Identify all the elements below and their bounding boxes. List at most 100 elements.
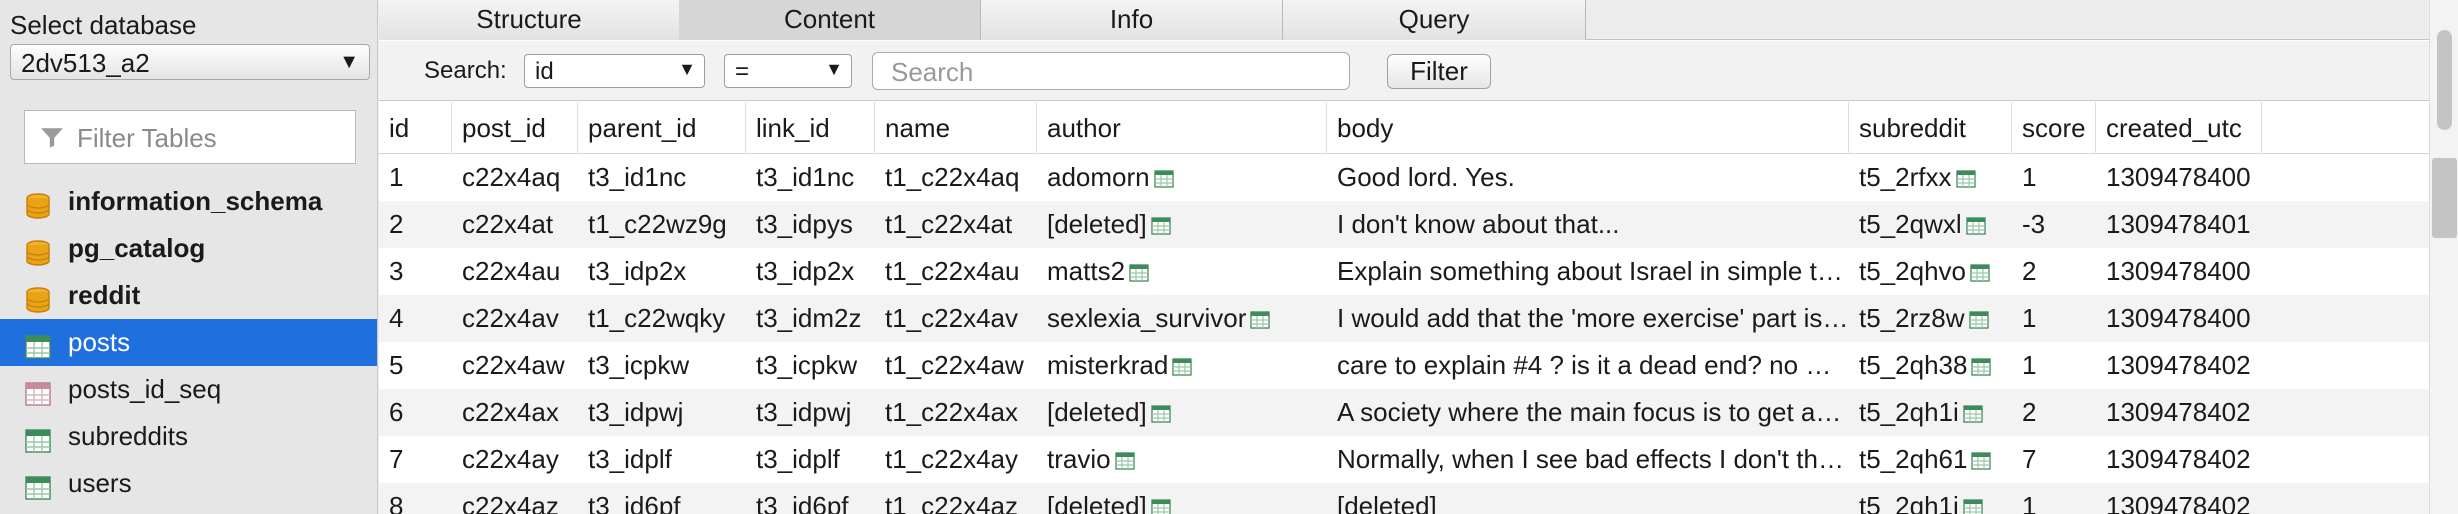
search-operator-select[interactable]: = ▼: [724, 54, 852, 88]
cell-post-id[interactable]: c22x4ay: [452, 436, 578, 483]
cell-created-utc[interactable]: 1309478402: [2096, 436, 2262, 483]
filter-tables-input[interactable]: Filter Tables: [24, 110, 356, 164]
cell-id[interactable]: 3: [379, 248, 452, 295]
cell-post-id[interactable]: c22x4av: [452, 295, 578, 342]
table-row[interactable]: 3 c22x4au t3_idp2x t3_idp2x t1_c22x4au matts2…: [379, 248, 2429, 295]
cell-body[interactable]: I would add that the 'more exercise' par…: [1327, 295, 1849, 342]
cell-subreddit[interactable]: t5_2qh38: [1849, 342, 2012, 389]
table-row[interactable]: 5 c22x4aw t3_icpkw t3_icpkw t1_c22x4aw mister…: [379, 342, 2429, 389]
table-row[interactable]: 4 c22x4av t1_c22wqky t3_idm2z t1_c22x4av sexl…: [379, 295, 2429, 342]
foreign-key-link-icon[interactable]: [1963, 485, 1983, 514]
column-header-score[interactable]: score: [2012, 102, 2096, 154]
cell-created-utc[interactable]: 1309478402: [2096, 483, 2262, 514]
cell-name[interactable]: t1_c22x4az: [875, 483, 1037, 514]
cell-body[interactable]: Normally, when I see bad effects I don't…: [1327, 436, 1849, 483]
tab-info[interactable]: Info: [981, 0, 1283, 40]
column-header-author[interactable]: author: [1037, 102, 1327, 154]
cell-score[interactable]: 7: [2012, 436, 2096, 483]
foreign-key-link-icon[interactable]: [1965, 203, 1986, 235]
cell-id[interactable]: 6: [379, 389, 452, 436]
cell-link-id[interactable]: t3_id6pf: [746, 483, 875, 514]
cell-post-id[interactable]: c22x4au: [452, 248, 578, 295]
cell-post-id[interactable]: c22x4at: [452, 201, 578, 248]
foreign-key-link-icon[interactable]: [1968, 297, 1989, 329]
cell-author[interactable]: sexlexia_survivor: [1037, 295, 1327, 342]
table-row[interactable]: 2 c22x4at t1_c22wz9g t3_idpys t1_c22x4at [del…: [379, 201, 2429, 248]
sidebar-item-posts[interactable]: posts: [0, 319, 377, 366]
cell-parent-id[interactable]: t3_idpwj: [578, 389, 746, 436]
cell-score[interactable]: 1: [2012, 154, 2096, 201]
cell-subreddit[interactable]: t5_2qhvo: [1849, 248, 2012, 295]
table-row[interactable]: 8 c22x4az t3_id6pf t3_id6pf t1_c22x4az [delet…: [379, 483, 2429, 514]
cell-author[interactable]: [deleted]: [1037, 389, 1327, 436]
column-header-link-id[interactable]: link_id: [746, 102, 875, 154]
cell-body[interactable]: A society where the main focus is to get…: [1327, 389, 1849, 436]
foreign-key-link-icon[interactable]: [1963, 391, 1983, 423]
cell-link-id[interactable]: t3_idp2x: [746, 248, 875, 295]
cell-name[interactable]: t1_c22x4at: [875, 201, 1037, 248]
cell-parent-id[interactable]: t3_icpkw: [578, 342, 746, 389]
cell-body[interactable]: I don't know about that...: [1327, 201, 1849, 248]
foreign-key-link-icon[interactable]: [1151, 485, 1171, 514]
cell-created-utc[interactable]: 1309478400: [2096, 248, 2262, 295]
cell-name[interactable]: t1_c22x4au: [875, 248, 1037, 295]
foreign-key-link-icon[interactable]: [1153, 156, 1174, 188]
foreign-key-link-icon[interactable]: [1114, 438, 1135, 470]
foreign-key-link-icon[interactable]: [1250, 297, 1271, 329]
sidebar-item-information-schema[interactable]: information_schema: [0, 178, 377, 225]
foreign-key-link-icon[interactable]: [1971, 344, 1992, 376]
foreign-key-link-icon[interactable]: [1151, 203, 1171, 235]
foreign-key-link-icon[interactable]: [1970, 250, 1990, 282]
tab-content[interactable]: Content: [679, 0, 981, 40]
cell-parent-id[interactable]: t3_idplf: [578, 436, 746, 483]
foreign-key-link-icon[interactable]: [1129, 250, 1149, 282]
cell-id[interactable]: 7: [379, 436, 452, 483]
table-row[interactable]: 7 c22x4ay t3_idplf t3_idplf t1_c22x4ay travio…: [379, 436, 2429, 483]
cell-score[interactable]: 1: [2012, 483, 2096, 514]
cell-author[interactable]: [deleted]: [1037, 483, 1327, 514]
cell-created-utc[interactable]: 1309478402: [2096, 389, 2262, 436]
cell-post-id[interactable]: c22x4ax: [452, 389, 578, 436]
cell-post-id[interactable]: c22x4az: [452, 483, 578, 514]
cell-parent-id[interactable]: t3_id6pf: [578, 483, 746, 514]
filter-button[interactable]: Filter: [1387, 54, 1491, 89]
cell-author[interactable]: [deleted]: [1037, 201, 1327, 248]
cell-subreddit[interactable]: t5_2qwxl: [1849, 201, 2012, 248]
cell-parent-id[interactable]: t1_c22wz9g: [578, 201, 746, 248]
foreign-key-link-icon[interactable]: [1971, 438, 1992, 470]
column-header-body[interactable]: body: [1327, 102, 1849, 154]
cell-created-utc[interactable]: 1309478402: [2096, 342, 2262, 389]
cell-subreddit[interactable]: t5_2qh1i: [1849, 389, 2012, 436]
cell-subreddit[interactable]: t5_2qh61: [1849, 436, 2012, 483]
sidebar-item-pg-catalog[interactable]: pg_catalog: [0, 225, 377, 272]
cell-score[interactable]: 1: [2012, 342, 2096, 389]
cell-author[interactable]: travio: [1037, 436, 1327, 483]
cell-parent-id[interactable]: t3_idp2x: [578, 248, 746, 295]
cell-name[interactable]: t1_c22x4ax: [875, 389, 1037, 436]
cell-post-id[interactable]: c22x4aq: [452, 154, 578, 201]
cell-link-id[interactable]: t3_icpkw: [746, 342, 875, 389]
sidebar-item-posts-id-seq[interactable]: posts_id_seq: [0, 366, 377, 413]
cell-score[interactable]: -3: [2012, 201, 2096, 248]
cell-name[interactable]: t1_c22x4av: [875, 295, 1037, 342]
cell-parent-id[interactable]: t1_c22wqky: [578, 295, 746, 342]
cell-link-id[interactable]: t3_id1nc: [746, 154, 875, 201]
cell-parent-id[interactable]: t3_id1nc: [578, 154, 746, 201]
tab-query[interactable]: Query: [1283, 0, 1586, 40]
cell-subreddit[interactable]: t5_2rz8w: [1849, 295, 2012, 342]
column-header-id[interactable]: id: [379, 102, 452, 154]
cell-id[interactable]: 2: [379, 201, 452, 248]
search-field-select[interactable]: id ▼: [524, 54, 705, 88]
cell-body[interactable]: care to explain #4 ? is it a dead end? n…: [1327, 342, 1849, 389]
cell-created-utc[interactable]: 1309478400: [2096, 295, 2262, 342]
cell-link-id[interactable]: t3_idpys: [746, 201, 875, 248]
foreign-key-link-icon[interactable]: [1151, 391, 1171, 423]
tab-structure[interactable]: Structure: [379, 0, 680, 40]
cell-name[interactable]: t1_c22x4aw: [875, 342, 1037, 389]
cell-body[interactable]: Good lord. Yes.: [1327, 154, 1849, 201]
cell-author[interactable]: matts2: [1037, 248, 1327, 295]
scrollbar-thumb[interactable]: [2432, 158, 2457, 238]
cell-link-id[interactable]: t3_idpwj: [746, 389, 875, 436]
cell-id[interactable]: 4: [379, 295, 452, 342]
table-row[interactable]: 6 c22x4ax t3_idpwj t3_idpwj t1_c22x4ax [delet…: [379, 389, 2429, 436]
